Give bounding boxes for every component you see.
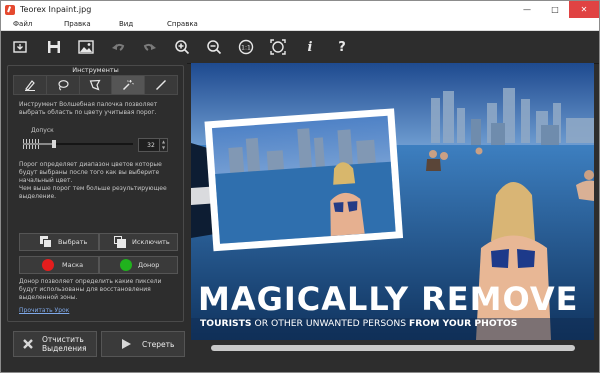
lasso-tool-button[interactable] <box>47 76 80 94</box>
title-bar: Teorex Inpaint.jpg — □ ✕ <box>1 1 599 18</box>
save-button[interactable] <box>45 38 63 56</box>
menu-edit[interactable]: Правка <box>64 20 91 28</box>
donor-label: Донор <box>138 261 160 269</box>
scrollbar-thumb[interactable] <box>211 345 575 351</box>
mask-label: Маска <box>62 261 84 269</box>
actual-size-icon: 1:1 <box>238 39 254 55</box>
line-icon <box>156 80 167 90</box>
maximize-button[interactable]: □ <box>541 1 569 18</box>
toolbar: 1:1 i ? <box>1 31 599 64</box>
open-icon <box>13 41 27 53</box>
image-icon <box>78 40 94 54</box>
tolerance-stepper[interactable]: ▲ ▼ <box>159 138 168 152</box>
exclude-label: Исключить <box>132 238 170 246</box>
threshold-help: Порог определяет диапазон цветов которые… <box>19 161 162 184</box>
menu-view[interactable]: Вид <box>119 20 133 28</box>
threshold-help-2: Чем выше порог тем больше результирующее… <box>19 185 167 200</box>
zoom-in-icon <box>175 40 190 55</box>
zoom-in-button[interactable] <box>173 38 191 56</box>
magic-wand-icon <box>123 80 135 91</box>
fit-icon <box>270 39 286 55</box>
menu-bar: Файл Правка Вид Справка <box>1 18 599 31</box>
select-label: Выбрать <box>58 238 88 246</box>
canvas-subline: TOURISTS OR OTHER UNWANTED PERSONS FROM … <box>200 318 517 329</box>
app-window: Teorex Inpaint.jpg — □ ✕ Файл Правка Вид… <box>0 0 600 373</box>
window-title: Teorex Inpaint.jpg <box>20 5 92 14</box>
redo-button[interactable] <box>141 38 159 56</box>
tolerance-slider[interactable] <box>23 139 133 149</box>
info-icon: i <box>307 39 313 55</box>
help-button[interactable]: ? <box>333 38 351 56</box>
tools-panel: Инструменты Инструмент Волшебная палочка… <box>1 63 187 363</box>
app-logo-icon <box>5 4 15 15</box>
close-button[interactable]: ✕ <box>569 1 599 18</box>
slider-thumb[interactable] <box>51 140 56 148</box>
minimize-button[interactable]: — <box>513 1 541 18</box>
zoom-out-icon <box>207 40 222 55</box>
svg-text:1:1: 1:1 <box>241 45 251 52</box>
erase-button[interactable]: Стереть <box>101 331 185 357</box>
select-icon <box>40 236 52 248</box>
exclude-icon <box>114 236 126 248</box>
play-icon <box>122 339 131 349</box>
image-canvas[interactable]: MAGICALLY REMOVE TOURISTS OR OTHER UNWAN… <box>191 63 594 340</box>
clear-selection-label: Отчистить Выделения <box>42 335 87 353</box>
menu-file[interactable]: Файл <box>13 20 32 28</box>
open-button[interactable] <box>11 38 29 56</box>
menu-help[interactable]: Справка <box>167 20 198 28</box>
marker-icon <box>24 80 35 91</box>
info-button[interactable]: i <box>301 38 319 56</box>
actual-size-button[interactable]: 1:1 <box>237 38 255 56</box>
undo-icon <box>112 43 125 51</box>
donor-color-icon <box>120 259 132 271</box>
marker-tool-button[interactable] <box>14 76 47 94</box>
polygon-lasso-tool-button[interactable] <box>80 76 113 94</box>
line-tool-button[interactable] <box>145 76 177 94</box>
maximize-icon: □ <box>551 5 559 14</box>
minimize-icon: — <box>523 5 531 14</box>
canvas-headline: MAGICALLY REMOVE <box>198 280 578 318</box>
select-button[interactable]: Выбрать <box>19 233 99 251</box>
help-icon: ? <box>338 39 346 55</box>
erase-label: Стереть <box>142 339 175 349</box>
donor-help: Донор позволяет определить какие пиксели… <box>19 278 162 301</box>
tool-description: Инструмент Волшебная палочка позволяет в… <box>19 101 158 116</box>
magic-wand-tool-button[interactable] <box>112 76 146 94</box>
horizontal-scrollbar[interactable] <box>191 340 594 356</box>
zoom-out-button[interactable] <box>205 38 223 56</box>
mask-button[interactable]: Маска <box>19 256 99 274</box>
image-button[interactable] <box>77 38 95 56</box>
donor-button[interactable]: Донор <box>99 256 178 274</box>
clear-icon <box>23 339 33 349</box>
tool-selector <box>13 75 178 95</box>
exclude-button[interactable]: Исключить <box>99 233 178 251</box>
preview-image: MAGICALLY REMOVE TOURISTS OR OTHER UNWAN… <box>191 63 594 340</box>
slider-fill <box>23 143 54 145</box>
undo-button[interactable] <box>109 38 127 56</box>
mask-color-icon <box>42 259 54 271</box>
read-lesson-link[interactable]: Прочитать Урок <box>19 307 69 314</box>
panel-title: Инструменты <box>72 66 119 74</box>
polygon-lasso-icon <box>90 79 102 91</box>
clear-selection-button[interactable]: Отчистить Выделения <box>13 331 97 357</box>
lasso-icon <box>58 80 69 91</box>
redo-icon <box>143 43 156 51</box>
tolerance-label: Допуск <box>31 127 54 134</box>
fit-button[interactable] <box>269 38 287 56</box>
close-icon: ✕ <box>580 5 588 14</box>
save-icon <box>48 41 60 53</box>
